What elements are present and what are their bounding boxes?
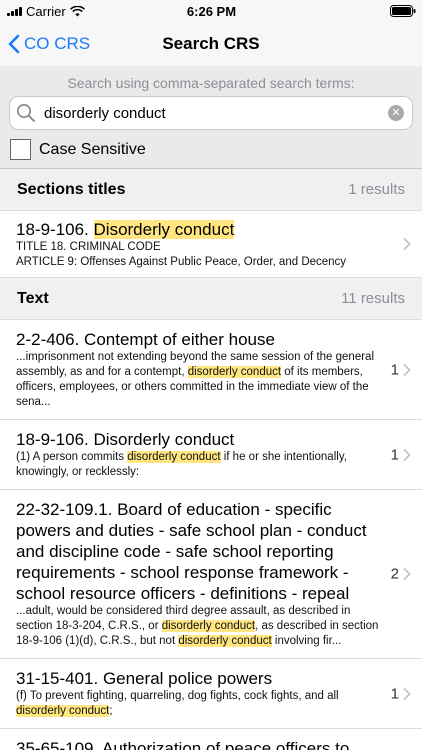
page-title: Search CRS <box>162 34 260 53</box>
back-button[interactable]: CO CRS <box>8 22 90 66</box>
clear-search-button[interactable]: ✕ <box>388 105 404 121</box>
search-match-highlight: disorderly conduct <box>161 620 256 632</box>
snippet-text: (f) To prevent fighting, quarreling, dog… <box>16 690 339 702</box>
text-result-row[interactable]: 31-15-401. General police powers (f) To p… <box>0 659 422 729</box>
match-count: 2 <box>390 565 399 583</box>
text-header-count: 11 results <box>341 290 405 307</box>
search-area: Search using comma-separated search term… <box>0 66 422 169</box>
search-box[interactable]: ✕ <box>9 96 413 130</box>
section-result-name: Disorderly conduct <box>93 220 235 239</box>
text-result-snippet: ...imprisonment not extending beyond the… <box>16 350 382 410</box>
search-input[interactable] <box>44 104 380 122</box>
search-match-highlight: disorderly conduct <box>187 366 282 378</box>
search-hint: Search using comma-separated search term… <box>67 75 355 91</box>
search-match-highlight: disorderly conduct <box>16 705 110 717</box>
text-result-row[interactable]: 35-65-109. Authorization of peace office… <box>0 729 422 750</box>
chevron-right-icon <box>403 568 411 580</box>
chevron-right-icon <box>403 363 411 376</box>
text-result-title: 18-9-106. Disorderly conduct <box>16 430 235 449</box>
section-result-article-line: ARTICLE 9: Offenses Against Public Peace… <box>16 256 347 268</box>
text-result-title: 35-65-109. Authorization of peace office… <box>16 739 350 750</box>
row-right: 1 <box>391 361 411 378</box>
wifi-icon <box>69 5 85 16</box>
sections-header-title: Sections titles <box>17 180 126 198</box>
text-result-snippet: (f) To prevent fighting, quarreling, dog… <box>16 689 382 719</box>
carrier-label: Carrier <box>26 3 66 19</box>
section-result-title-line: TITLE 18. CRIMINAL CODE <box>16 241 161 253</box>
snippet-text: involving fir... <box>271 635 342 647</box>
case-sensitive-label: Case Sensitive <box>39 140 146 158</box>
sections-header-count: 1 results <box>348 181 405 198</box>
text-result-title: 22-32-109.1. Board of education - specif… <box>16 500 367 603</box>
chevron-left-icon <box>8 34 20 54</box>
chevron-right-icon <box>403 448 411 461</box>
text-results-list: 2-2-406. Contempt of either house ...impr… <box>0 320 422 750</box>
section-result-number: 18-9-106. <box>16 220 89 239</box>
text-result-title: 31-15-401. General police powers <box>16 669 273 688</box>
back-label: CO CRS <box>24 34 91 53</box>
match-count: 1 <box>390 446 399 463</box>
text-result-row[interactable]: 2-2-406. Contempt of either house ...impr… <box>0 320 422 420</box>
status-left: Carrier <box>7 4 147 19</box>
text-header: Text 11 results <box>0 278 422 320</box>
search-match-highlight: disorderly conduct <box>127 451 221 463</box>
match-count: 1 <box>390 361 399 378</box>
section-result-title: 18-9-106. Disorderly conduct <box>16 219 382 240</box>
text-result-row[interactable]: 22-32-109.1. Board of education - specif… <box>0 490 422 659</box>
text-result-title: 2-2-406. Contempt of either house <box>16 330 275 349</box>
case-sensitive-checkbox[interactable] <box>10 139 31 160</box>
battery-icon <box>389 5 416 17</box>
status-time: 6:26 PM <box>186 3 237 19</box>
row-right: 1 <box>391 446 411 463</box>
row-right <box>403 238 411 251</box>
chevron-right-icon <box>403 238 411 250</box>
status-bar: Carrier 6:26 PM <box>0 0 422 22</box>
text-result-snippet: ...adult, would be considered third degr… <box>16 604 382 649</box>
text-result-snippet: (1) A person commits disorderly conduct … <box>16 450 382 480</box>
text-header-title: Text <box>17 289 49 307</box>
search-icon <box>16 103 35 122</box>
snippet-text: ; <box>109 705 113 717</box>
chevron-right-icon <box>403 687 411 700</box>
row-right: 2 <box>391 566 411 583</box>
sections-header: Sections titles 1 results <box>0 169 422 211</box>
row-right: 1 <box>391 685 411 702</box>
text-result-row[interactable]: 18-9-106. Disorderly conduct (1) A person… <box>0 420 422 490</box>
status-right <box>276 5 416 17</box>
signal-icon <box>7 6 22 16</box>
snippet-text: (1) A person commits <box>16 451 128 463</box>
nav-bar: CO CRS Search CRS <box>0 22 422 66</box>
case-sensitive-row[interactable]: Case Sensitive <box>0 130 422 164</box>
section-result-row[interactable]: 18-9-106. Disorderly conduct TITLE 18. C… <box>0 211 422 278</box>
search-match-highlight: disorderly conduct <box>178 635 272 647</box>
match-count: 1 <box>390 685 399 702</box>
